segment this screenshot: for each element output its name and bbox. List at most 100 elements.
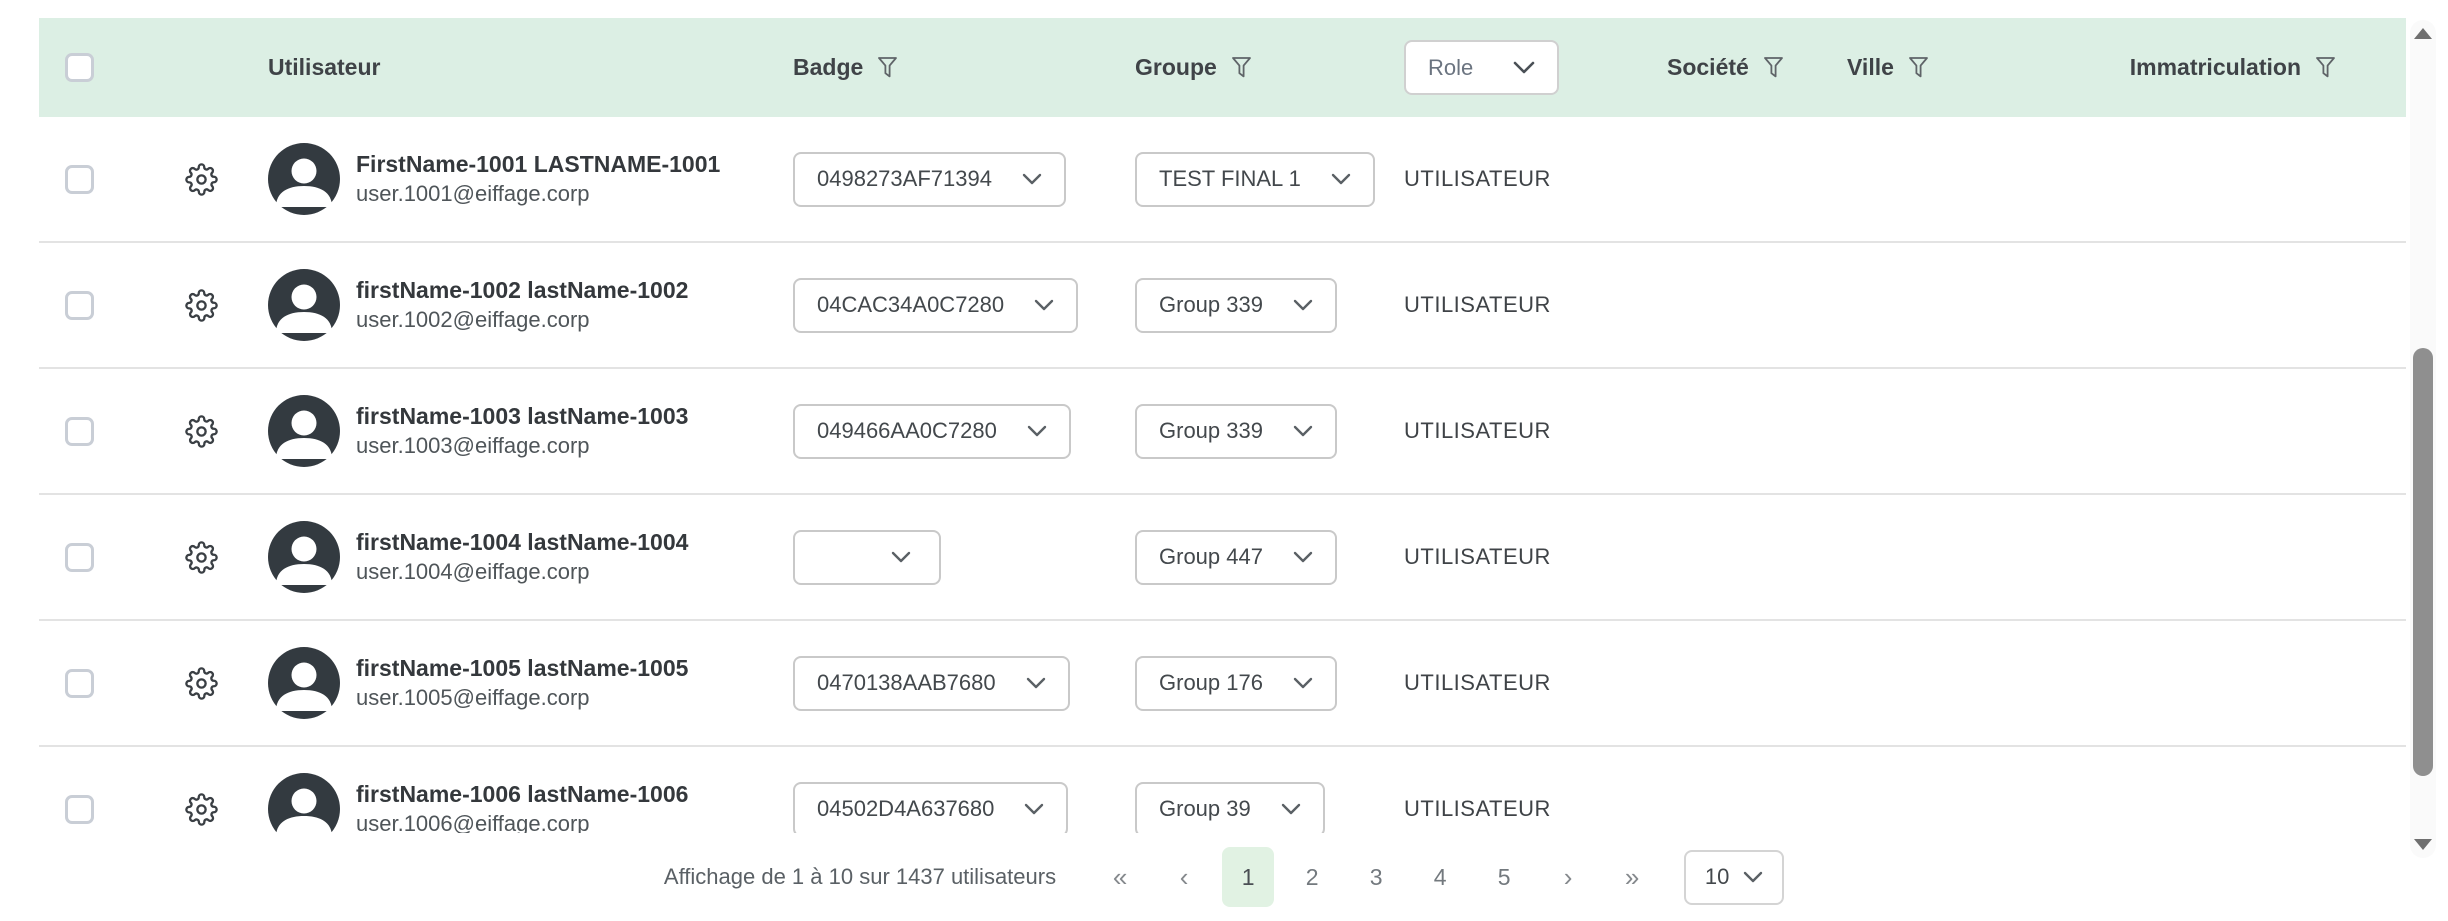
role-value: UTILISATEUR bbox=[1404, 166, 1551, 192]
header-immatriculation: Immatriculation bbox=[1964, 54, 2406, 81]
chevron-down-icon bbox=[1513, 61, 1535, 74]
immatriculation-filter-funnel-icon[interactable] bbox=[2315, 56, 2336, 79]
gear-icon[interactable] bbox=[185, 667, 218, 700]
scrollbar-down-icon[interactable] bbox=[2414, 839, 2432, 850]
role-value: UTILISATEUR bbox=[1404, 544, 1551, 570]
chevron-down-icon bbox=[1026, 677, 1046, 689]
badge-select[interactable]: 04CAC34A0C7280 bbox=[793, 278, 1078, 333]
select-all-checkbox[interactable] bbox=[65, 53, 94, 82]
group-select[interactable]: Group 176 bbox=[1135, 656, 1337, 711]
last-page-button[interactable]: » bbox=[1606, 847, 1658, 907]
role-filter-placeholder: Role bbox=[1428, 55, 1473, 81]
page-button-4[interactable]: 4 bbox=[1414, 847, 1466, 907]
page-button-5[interactable]: 5 bbox=[1478, 847, 1530, 907]
gear-icon[interactable] bbox=[185, 415, 218, 448]
badge-select[interactable]: 04502D4A637680 bbox=[793, 782, 1068, 834]
chevron-down-icon bbox=[891, 551, 911, 563]
row-checkbox[interactable] bbox=[65, 543, 94, 572]
page-size-value: 10 bbox=[1705, 864, 1729, 890]
role-value: UTILISATEUR bbox=[1404, 670, 1551, 696]
chevron-down-icon bbox=[1022, 173, 1042, 185]
badge-select[interactable]: 0470138AAB7680 bbox=[793, 656, 1070, 711]
role-filter-select[interactable]: Role bbox=[1404, 40, 1559, 95]
group-select[interactable]: Group 339 bbox=[1135, 278, 1337, 333]
chevron-down-icon bbox=[1024, 803, 1044, 815]
badge-select[interactable]: 0498273AF71394 bbox=[793, 152, 1066, 207]
groupe-filter-funnel-icon[interactable] bbox=[1231, 56, 1252, 79]
user-email: user.1006@eiffage.corp bbox=[356, 810, 688, 833]
group-value: Group 339 bbox=[1159, 418, 1263, 444]
table-row: FirstName-1001 LASTNAME-1001 user.1001@e… bbox=[39, 117, 2406, 243]
user-name: firstName-1003 lastName-1003 bbox=[356, 402, 688, 432]
role-value: UTILISATEUR bbox=[1404, 796, 1551, 822]
users-table: Utilisateur Badge Groupe Role Société bbox=[39, 18, 2406, 833]
badge-value: 049466AA0C7280 bbox=[817, 418, 997, 444]
pagination-bar: Affichage de 1 à 10 sur 1437 utilisateur… bbox=[0, 833, 2448, 921]
first-page-button[interactable]: « bbox=[1094, 847, 1146, 907]
ville-filter-funnel-icon[interactable] bbox=[1908, 56, 1929, 79]
role-value: UTILISATEUR bbox=[1404, 292, 1551, 318]
table-row: firstName-1005 lastName-1005 user.1005@e… bbox=[39, 621, 2406, 747]
table-row: firstName-1003 lastName-1003 user.1003@e… bbox=[39, 369, 2406, 495]
chevron-down-icon bbox=[1027, 425, 1047, 437]
group-select[interactable]: TEST FINAL 1 bbox=[1135, 152, 1375, 207]
column-label-ville: Ville bbox=[1847, 54, 1894, 81]
group-value: Group 339 bbox=[1159, 292, 1263, 318]
next-page-button[interactable]: › bbox=[1542, 847, 1594, 907]
table-row: firstName-1006 lastName-1006 user.1006@e… bbox=[39, 747, 2406, 833]
user-name: firstName-1006 lastName-1006 bbox=[356, 780, 688, 810]
avatar-person-icon bbox=[268, 521, 340, 593]
vertical-scrollbar[interactable] bbox=[2410, 20, 2436, 858]
role-value: UTILISATEUR bbox=[1404, 418, 1551, 444]
group-select[interactable]: Group 39 bbox=[1135, 782, 1325, 834]
row-checkbox[interactable] bbox=[65, 291, 94, 320]
group-select[interactable]: Group 339 bbox=[1135, 404, 1337, 459]
table-row: firstName-1002 lastName-1002 user.1002@e… bbox=[39, 243, 2406, 369]
table-row: firstName-1004 lastName-1004 user.1004@e… bbox=[39, 495, 2406, 621]
gear-icon[interactable] bbox=[185, 793, 218, 826]
column-label-utilisateur: Utilisateur bbox=[268, 54, 380, 81]
chevron-down-icon bbox=[1293, 425, 1313, 437]
badge-value: 04502D4A637680 bbox=[817, 796, 994, 822]
badge-filter-funnel-icon[interactable] bbox=[877, 56, 898, 79]
scrollbar-up-icon[interactable] bbox=[2414, 28, 2432, 39]
gear-icon[interactable] bbox=[185, 541, 218, 574]
table-header: Utilisateur Badge Groupe Role Société bbox=[39, 18, 2406, 117]
societe-filter-funnel-icon[interactable] bbox=[1763, 56, 1784, 79]
page-button-1[interactable]: 1 bbox=[1222, 847, 1274, 907]
user-name: FirstName-1001 LASTNAME-1001 bbox=[356, 150, 720, 180]
gear-icon[interactable] bbox=[185, 163, 218, 196]
header-badge: Badge bbox=[764, 54, 1110, 81]
group-select[interactable]: Group 447 bbox=[1135, 530, 1337, 585]
chevron-down-icon bbox=[1293, 551, 1313, 563]
row-checkbox[interactable] bbox=[65, 417, 94, 446]
chevron-down-icon bbox=[1293, 677, 1313, 689]
user-name: firstName-1004 lastName-1004 bbox=[356, 528, 688, 558]
scrollbar-thumb[interactable] bbox=[2413, 348, 2433, 776]
column-label-societe: Société bbox=[1667, 54, 1749, 81]
avatar-person-icon bbox=[268, 395, 340, 467]
chevron-down-icon bbox=[1293, 299, 1313, 311]
page-button-3[interactable]: 3 bbox=[1350, 847, 1402, 907]
page-button-2[interactable]: 2 bbox=[1286, 847, 1338, 907]
avatar-person-icon bbox=[268, 269, 340, 341]
column-label-badge: Badge bbox=[793, 54, 863, 81]
row-checkbox[interactable] bbox=[65, 165, 94, 194]
chevron-down-icon bbox=[1034, 299, 1054, 311]
page-size-select[interactable]: 10 bbox=[1684, 850, 1784, 905]
badge-value: 04CAC34A0C7280 bbox=[817, 292, 1004, 318]
column-label-immatriculation: Immatriculation bbox=[2130, 54, 2301, 81]
avatar-person-icon bbox=[268, 773, 340, 833]
column-label-groupe: Groupe bbox=[1135, 54, 1217, 81]
badge-select[interactable] bbox=[793, 530, 941, 585]
group-value: TEST FINAL 1 bbox=[1159, 166, 1301, 192]
users-page: Utilisateur Badge Groupe Role Société bbox=[0, 0, 2448, 921]
row-checkbox[interactable] bbox=[65, 795, 94, 824]
row-checkbox[interactable] bbox=[65, 669, 94, 698]
badge-select[interactable]: 049466AA0C7280 bbox=[793, 404, 1071, 459]
previous-page-button[interactable]: ‹ bbox=[1158, 847, 1210, 907]
header-societe: Société bbox=[1639, 54, 1819, 81]
header-select-all-cell bbox=[39, 53, 145, 82]
user-name: firstName-1005 lastName-1005 bbox=[356, 654, 688, 684]
gear-icon[interactable] bbox=[185, 289, 218, 322]
